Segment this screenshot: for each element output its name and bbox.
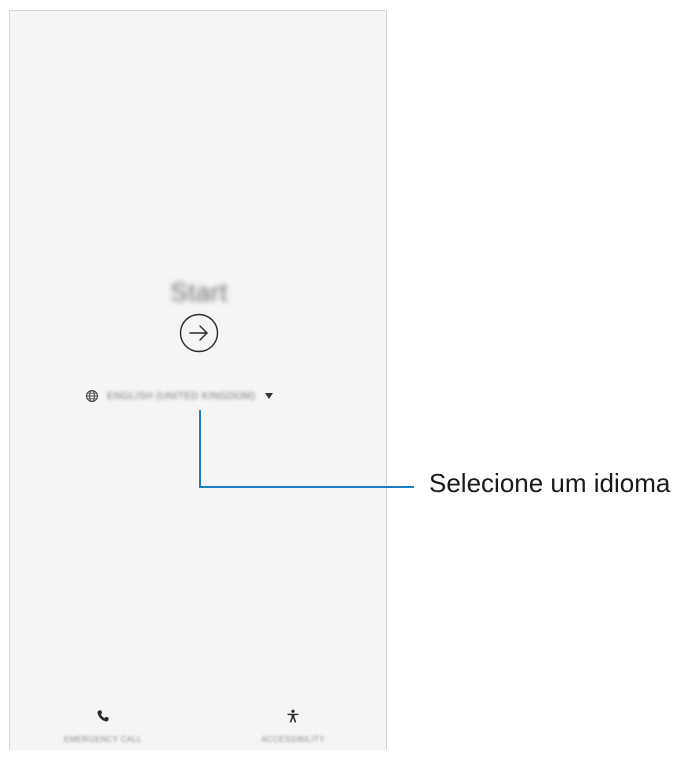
globe-icon: [85, 389, 99, 403]
emergency-call-label: EMERGENCY CALL: [64, 735, 142, 744]
accessibility-label: ACCESSIBILITY: [261, 735, 325, 744]
next-button[interactable]: [179, 313, 219, 353]
language-selector[interactable]: ENGLISH (UNITED KINGDOM): [85, 386, 274, 406]
phone-icon: [97, 710, 109, 722]
arrow-right-circle-icon: [179, 313, 219, 353]
triangle-down-icon: [265, 393, 274, 399]
callout-label: Selecione um idioma: [429, 468, 671, 498]
accessibility-icon: [287, 709, 299, 723]
language-label: ENGLISH (UNITED KINGDOM): [107, 390, 256, 402]
accessibility-button[interactable]: ACCESSIBILITY: [233, 709, 353, 747]
emergency-call-button[interactable]: EMERGENCY CALL: [43, 709, 163, 747]
phone-screen: Start ENGLISH (UNITED KINGDOM) EMERGENCY…: [9, 10, 387, 750]
start-title: Start: [170, 277, 228, 307]
